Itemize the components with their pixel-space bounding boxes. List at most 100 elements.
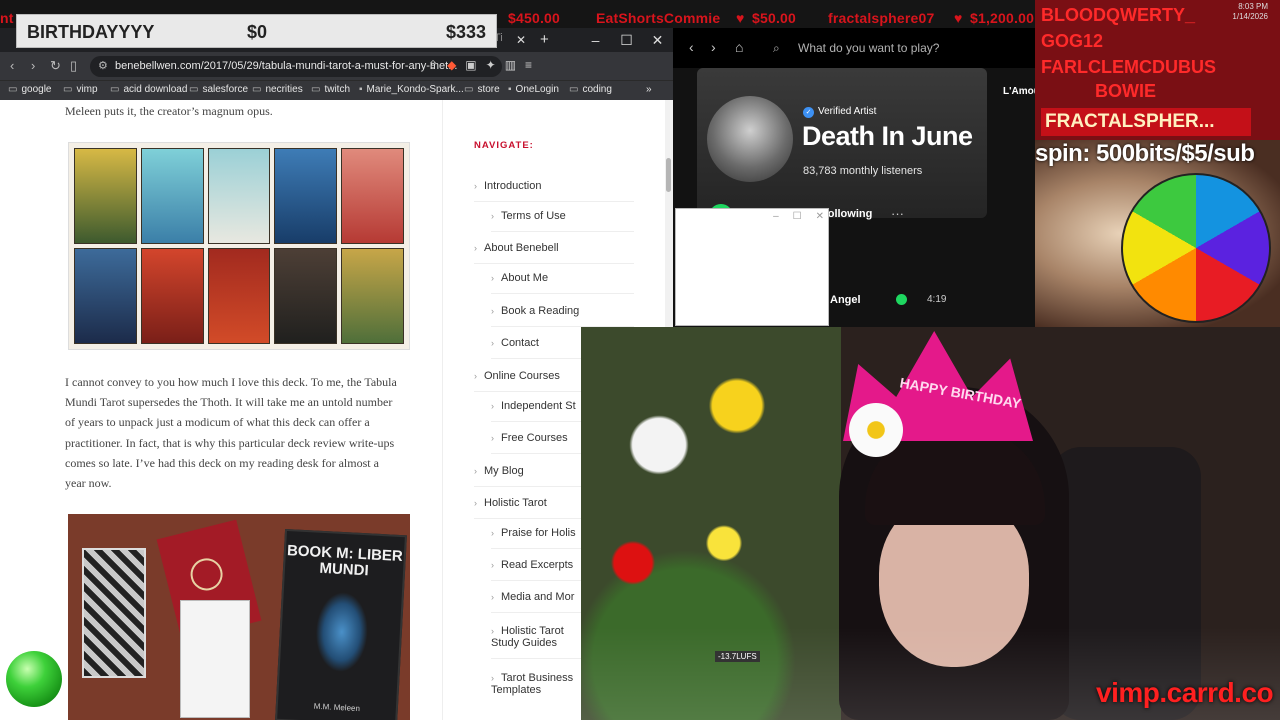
loudness-meter: -13.7LUFS — [715, 651, 760, 662]
chevron-right-icon: › — [491, 560, 494, 570]
ticker-item: EatShortsCommie — [596, 10, 721, 26]
nav-item-study-guides[interactable]: › Holistic Tarot Study Guides — [491, 625, 581, 659]
nav-item-about-benebell[interactable]: › About Benebell — [474, 242, 634, 264]
forward-icon[interactable]: › — [711, 39, 716, 55]
spin-wheel — [1121, 173, 1271, 323]
forward-icon[interactable]: › — [31, 58, 35, 73]
nav-item-introduction[interactable]: › Introduction — [474, 180, 634, 202]
radio-title[interactable]: L'Amour Toujours Radio — [1003, 86, 1035, 97]
menu-icon[interactable]: ≡ — [525, 58, 532, 72]
bookmark-coding[interactable]: ▭ coding — [569, 84, 612, 95]
ticker-item: $1,200.00 — [970, 10, 1035, 26]
bookmark-onelogin[interactable]: ▪ OneLogin — [508, 84, 559, 95]
maximize-icon[interactable]: ☐ — [793, 211, 802, 222]
back-icon[interactable]: ‹ — [689, 39, 694, 55]
bookmark-marie-kondo[interactable]: ▪ Marie_Kondo-Spark... — [359, 84, 464, 95]
chevron-right-icon: › — [491, 338, 494, 348]
site-info-icon[interactable]: ⚙ — [98, 59, 108, 72]
gcp-label: GCP Dot — [11, 629, 55, 641]
scrollbar-thumb[interactable] — [666, 158, 671, 192]
spotify-search[interactable]: ⌕ What do you want to play? — [763, 35, 1035, 61]
close-tab-icon[interactable]: ✕ — [516, 33, 526, 47]
chevron-right-icon: › — [491, 211, 494, 221]
sidebar-icon[interactable]: ▥ — [505, 58, 516, 72]
share-icon[interactable]: ⇪ — [428, 58, 438, 72]
new-tab-icon[interactable]: + — [540, 31, 549, 48]
back-icon[interactable]: ‹ — [10, 58, 14, 73]
chevron-right-icon: › — [474, 498, 477, 508]
gcp-dot-widget: GCP Dot — [0, 626, 66, 720]
tarot-card — [140, 248, 204, 344]
bookmark-google[interactable]: ▭ google — [8, 84, 51, 95]
puzzle-icon[interactable]: ✦ — [486, 58, 496, 72]
more-bookmarks-icon[interactable]: » — [646, 84, 652, 95]
nav-item-terms[interactable]: › Terms of Use — [491, 210, 634, 232]
folder-icon: ▭ — [311, 84, 321, 95]
nav-item-business-templates[interactable]: › Tarot Business Templates — [491, 672, 581, 705]
goal-current: $0 — [247, 22, 268, 42]
chevron-right-icon: › — [491, 401, 494, 411]
bookmark-store[interactable]: ▭ store — [464, 84, 500, 95]
chevron-right-icon: › — [474, 181, 477, 191]
goal-bar: BIRTHDAYYYY $0 $333 — [16, 14, 497, 48]
more-options-icon[interactable]: ··· — [891, 206, 904, 221]
nav-item-about-me[interactable]: › About Me — [491, 272, 634, 294]
brave-shield-icon[interactable]: ◆ — [447, 58, 456, 72]
nav-heading: NAVIGATE: — [474, 140, 534, 151]
spotify-window: ‹ › ⌂ ⌕ What do you want to play? ✓ Verif… — [673, 28, 1035, 327]
browser-window: Ti ✕ + – ☐ ✕ ‹ › ↻ ▯ ⚙ benebellwen.com/2… — [0, 28, 673, 720]
extension-icons: ⇪ ◆ ▣ ✦ ▥ ≡ — [428, 58, 532, 72]
bookmark-necrities[interactable]: ▭ necrities — [252, 84, 303, 95]
watermark-url: vimp.carrd.co — [1096, 677, 1274, 708]
spin-text: spin: 500bits/$5/sub — [1035, 140, 1255, 167]
folder-icon: ▭ — [569, 84, 579, 95]
close-window-icon[interactable]: ✕ — [816, 211, 824, 222]
artist-avatar — [707, 96, 793, 182]
bookmark-salesforce[interactable]: ▭ salesforce — [189, 84, 248, 95]
book-title: BOOK M: LIBER MUNDI — [286, 542, 404, 580]
book-photo: BOOK M: LIBER MUNDI M.M. Meleen — [68, 514, 410, 720]
minimize-icon[interactable]: – — [580, 28, 611, 52]
url-text: benebellwen.com/2017/05/29/tabula-mundi-… — [115, 60, 458, 72]
ticker-heart-icon: ♥ — [736, 10, 745, 26]
tarot-card — [341, 248, 404, 344]
popup-window-controls: – ☐ ✕ — [773, 211, 824, 222]
artist-card[interactable]: ✓ Verified Artist Death In June 83,783 mo… — [697, 68, 987, 218]
verified-label: ✓ Verified Artist — [803, 106, 876, 118]
bookmark-icon[interactable]: ▯ — [70, 58, 77, 74]
tarot-card — [274, 148, 338, 244]
bookmark-vimp[interactable]: ▭ vimp — [63, 84, 98, 95]
artist-name: Death In June — [802, 121, 973, 151]
folder-icon: ▭ — [189, 84, 199, 95]
home-icon[interactable]: ⌂ — [735, 39, 743, 55]
tarot-card — [140, 148, 204, 244]
nav-item-book-reading[interactable]: › Book a Reading — [491, 305, 634, 327]
close-window-icon[interactable]: ✕ — [642, 28, 673, 52]
extension-icon[interactable]: ▣ — [465, 58, 476, 72]
bookmark-twitch[interactable]: ▭ twitch — [311, 84, 350, 95]
folder-icon: ▭ — [252, 84, 262, 95]
chevron-right-icon: › — [491, 528, 494, 538]
daisy-flower — [849, 403, 903, 457]
search-placeholder: What do you want to play? — [798, 41, 940, 55]
search-icon: ⌕ — [773, 41, 780, 55]
maximize-icon[interactable]: ☐ — [611, 28, 642, 52]
bookmark-acid-download[interactable]: ▭ acid download — [110, 84, 187, 95]
monthly-listeners: 83,783 monthly listeners — [803, 165, 923, 177]
tarot-cards-image — [68, 142, 410, 350]
tarot-card — [207, 248, 271, 344]
system-clock: 8:03 PM 1/14/2026 — [1190, 2, 1268, 22]
clock-time: 8:03 PM — [1238, 2, 1268, 11]
verified-check-icon: ✓ — [803, 107, 814, 118]
ticker-item: $50.00 — [752, 10, 797, 26]
chevron-right-icon: › — [474, 371, 477, 381]
bookmark-favicon: ▪ — [508, 84, 512, 95]
tarot-card — [274, 248, 338, 344]
track-name[interactable]: Angel — [830, 294, 861, 306]
folder-icon: ▭ — [63, 84, 73, 95]
tarot-card — [341, 148, 404, 244]
minimize-icon[interactable]: – — [773, 211, 779, 222]
reload-icon[interactable]: ↻ — [50, 58, 61, 74]
tarot-deck — [82, 548, 146, 678]
saved-check-icon[interactable] — [896, 294, 907, 305]
